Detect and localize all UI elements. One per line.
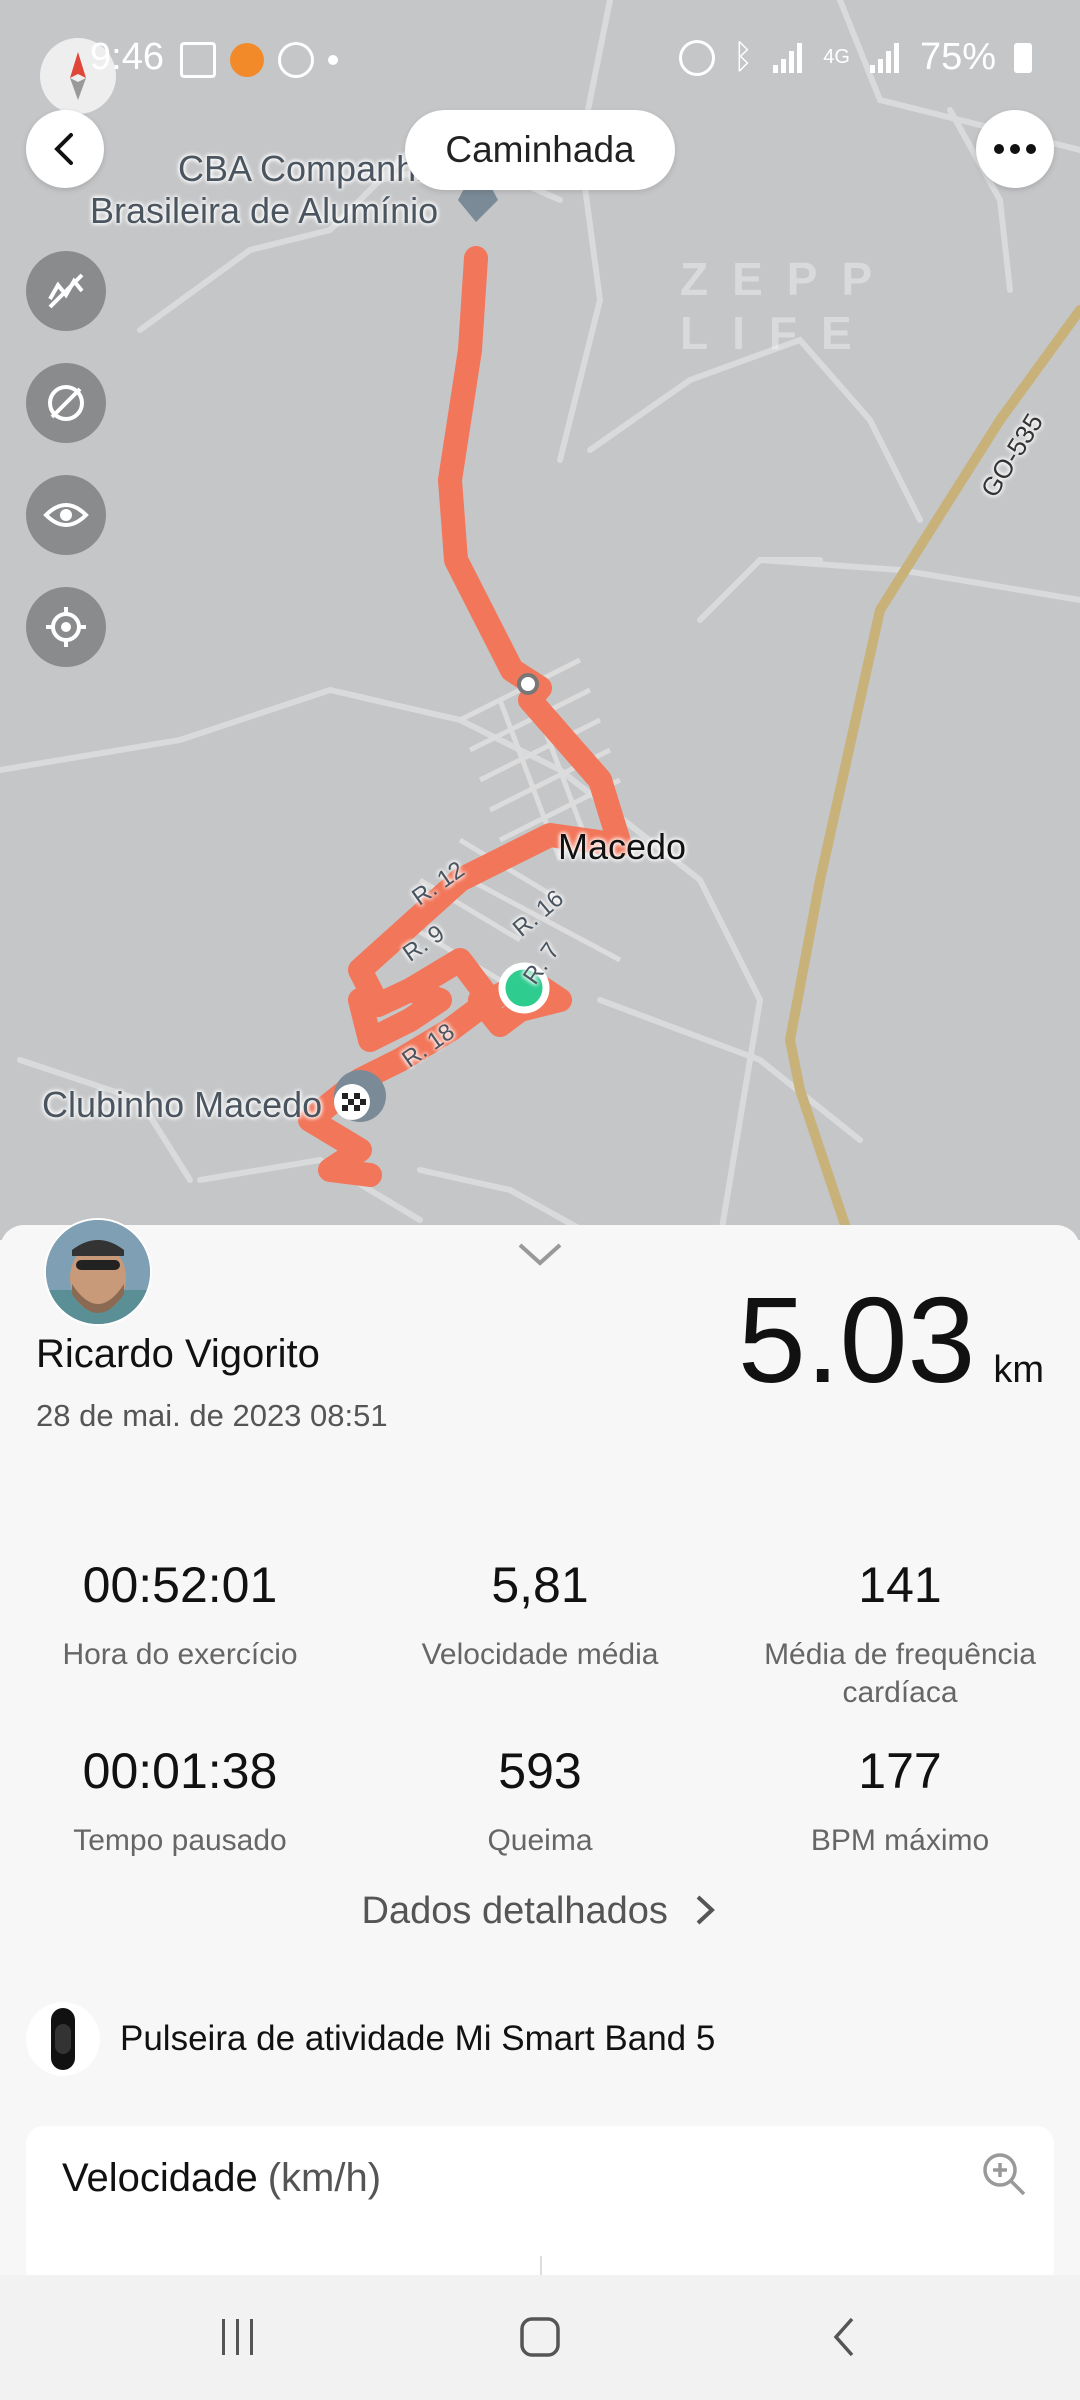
stat-max-bpm: 177 BPM máximo <box>720 1742 1080 1860</box>
signal-icon <box>773 42 803 73</box>
recent-apps-icon[interactable] <box>216 2315 260 2359</box>
activity-type-pill[interactable]: Caminhada <box>405 110 675 190</box>
pace-off-icon <box>48 273 84 309</box>
total-distance: 5.03 km <box>738 1270 1044 1410</box>
stat-value: 177 <box>858 1743 942 1799</box>
avatar-image <box>46 1220 150 1324</box>
system-back-icon[interactable] <box>824 2315 868 2359</box>
map-off-icon <box>48 385 84 421</box>
distance-unit: km <box>993 1349 1044 1391</box>
stat-label: Tempo pausado <box>73 1824 287 1857</box>
battery-level: 75% <box>919 36 996 78</box>
detailed-data-link[interactable]: Dados detalhados <box>0 1890 1080 1933</box>
locate-icon <box>46 607 86 647</box>
health-notification-icon <box>278 42 314 78</box>
stat-value: 00:01:38 <box>82 1743 278 1799</box>
stat-value: 141 <box>858 1557 942 1613</box>
stat-label: BPM máximo <box>810 1824 990 1857</box>
eye-icon <box>43 503 89 527</box>
finish-flag-pin <box>334 1070 386 1122</box>
route-waypoint <box>517 673 539 695</box>
distance-value: 5.03 <box>737 1272 976 1408</box>
speed-title-label: Velocidade <box>62 2156 258 2200</box>
more-dots-icon <box>994 144 1036 154</box>
map-label-macedo: Macedo <box>558 826 687 867</box>
view-toggle-button[interactable] <box>26 475 106 555</box>
map-label-cba-line1: CBA Companhi <box>178 148 425 189</box>
speed-title: Velocidade (km/h) <box>62 2156 381 2201</box>
stat-average-speed: 5,81 Velocidade média <box>360 1556 720 1674</box>
recenter-button[interactable] <box>26 587 106 667</box>
detailed-data-label: Dados detalhados <box>361 1890 668 1932</box>
system-navigation-bar <box>0 2275 1080 2400</box>
status-time: 9:46 <box>90 36 164 78</box>
speed-unit: (km/h) <box>267 2156 382 2200</box>
stat-label: Média de frequência cardíaca <box>764 1638 1036 1709</box>
alarm-icon <box>678 39 715 76</box>
more-notifications-dot <box>328 55 338 65</box>
stat-value: 5,81 <box>491 1557 589 1613</box>
workout-date: 28 de mai. de 2023 08:51 <box>36 1398 388 1433</box>
map-label-clubinho: Clubinho Macedo <box>42 1084 323 1125</box>
back-arrow-icon <box>54 133 73 165</box>
hide-map-button[interactable] <box>26 363 106 443</box>
collapse-chevron-icon[interactable] <box>516 1241 564 1267</box>
device-name: Pulseira de atividade Mi Smart Band 5 <box>120 2019 716 2058</box>
speed-card: Velocidade (km/h) <box>26 2126 1054 2286</box>
device-row: Pulseira de atividade Mi Smart Band 5 <box>26 2002 715 2076</box>
avatar[interactable] <box>44 1218 152 1326</box>
gallery-notification-icon <box>180 42 216 78</box>
map-label-cba-line2: Brasileira de Alumínio <box>90 190 439 231</box>
status-bar: 9:46 ᛒ 4G 75% <box>0 0 1080 120</box>
zoom-in-icon[interactable] <box>980 2150 1028 2198</box>
back-button[interactable] <box>26 110 104 188</box>
more-options-button[interactable] <box>976 110 1054 188</box>
stat-exercise-time: 00:52:01 Hora do exercício <box>0 1556 360 1674</box>
signal-icon-2 <box>869 42 899 73</box>
user-name: Ricardo Vigorito <box>36 1332 320 1376</box>
app-notification-icon <box>230 43 264 77</box>
battery-icon <box>1014 42 1032 73</box>
home-icon[interactable] <box>518 2315 562 2359</box>
stat-value: 00:52:01 <box>82 1557 278 1613</box>
smart-band-icon <box>26 2002 100 2076</box>
stat-label: Hora do exercício <box>62 1638 298 1671</box>
network-type: 4G <box>823 46 850 68</box>
stat-average-heart-rate: 141 Média de frequência cardíaca <box>720 1556 1080 1712</box>
stat-label: Velocidade média <box>421 1638 659 1671</box>
chevron-right-icon <box>697 1895 716 1925</box>
zepp-life-watermark: ZEPP LIFE <box>680 253 896 359</box>
stat-value: 593 <box>498 1743 582 1799</box>
hide-pace-button[interactable] <box>26 251 106 331</box>
stat-paused-time: 00:01:38 Tempo pausado <box>0 1742 360 1860</box>
stat-calories: 593 Queima <box>360 1742 720 1860</box>
bluetooth-icon: ᛒ <box>732 38 754 76</box>
stat-label: Queima <box>487 1824 593 1857</box>
